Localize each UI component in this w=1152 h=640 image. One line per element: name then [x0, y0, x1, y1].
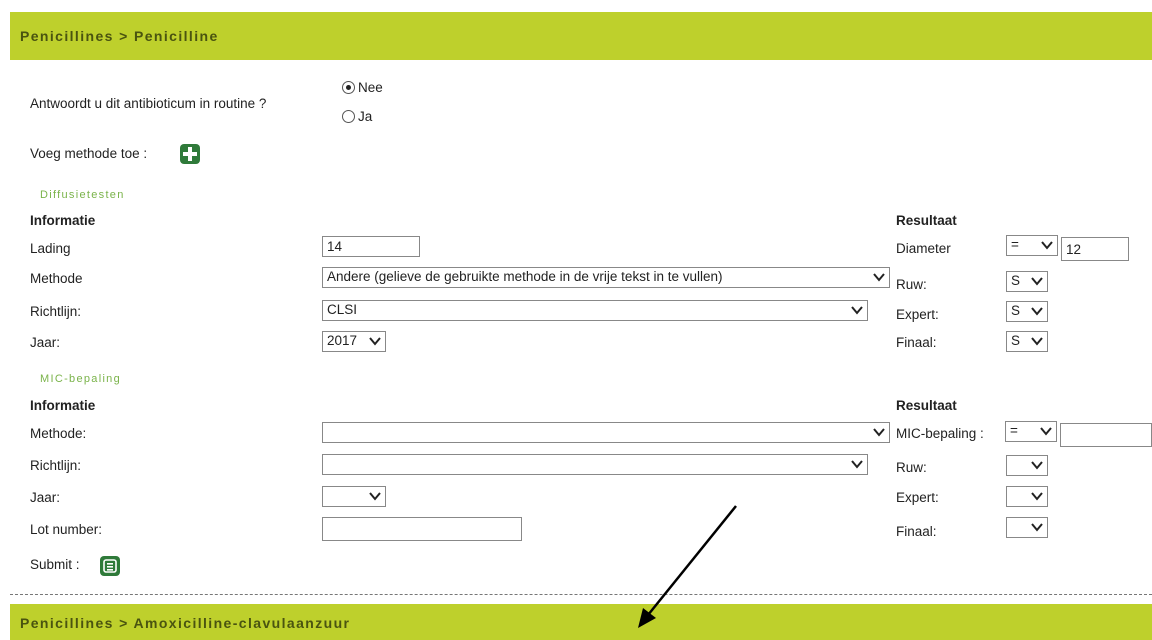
mic-finaal-select[interactable]	[1006, 517, 1048, 538]
mic-ruw-label: Ruw:	[896, 460, 927, 475]
chevron-down-icon	[1041, 241, 1053, 250]
chevron-down-icon	[1031, 337, 1043, 346]
diffusion-info-heading: Informatie	[30, 213, 96, 228]
plus-icon	[183, 147, 197, 161]
mic-finaal-label: Finaal:	[896, 524, 937, 539]
mic-operator-value: =	[1010, 423, 1018, 438]
methode-select[interactable]: Andere (gelieve de gebruikte methode in …	[322, 267, 890, 288]
ruw-select-value: S	[1011, 273, 1021, 288]
chevron-down-icon	[851, 306, 863, 315]
finaal-select[interactable]: S	[1006, 331, 1048, 352]
diameter-label: Diameter	[896, 241, 951, 256]
mic-jaar-label: Jaar:	[30, 490, 61, 505]
section-header: Penicillines > Penicilline	[10, 12, 1152, 60]
lading-input[interactable]: 14	[322, 236, 420, 257]
diffusion-result-heading: Resultaat	[896, 213, 957, 228]
richtlijn-select[interactable]: CLSI	[322, 300, 868, 321]
diameter-operator-value: =	[1011, 237, 1019, 252]
methode-label: Methode	[30, 271, 83, 286]
expert-select-value: S	[1011, 303, 1021, 318]
radio-ja-indicator[interactable]	[342, 110, 355, 123]
chevron-down-icon	[1031, 461, 1043, 470]
mic-jaar-select[interactable]	[322, 486, 386, 507]
chevron-down-icon	[851, 460, 863, 469]
chevron-down-icon	[1031, 277, 1043, 286]
radio-nee-label: Nee	[358, 80, 383, 95]
chevron-down-icon	[1040, 427, 1052, 436]
save-icon	[103, 559, 117, 573]
chevron-down-icon	[1031, 492, 1043, 501]
chevron-down-icon	[369, 492, 381, 501]
ruw-select[interactable]: S	[1006, 271, 1048, 292]
mic-richtlijn-select[interactable]	[322, 454, 868, 475]
richtlijn-label: Richtlijn:	[30, 304, 82, 319]
breadcrumb: Penicillines > Penicilline	[20, 28, 219, 44]
mic-expert-label: Expert:	[896, 490, 939, 505]
radio-nee[interactable]: Nee	[342, 80, 383, 95]
mic-expert-select[interactable]	[1006, 486, 1048, 507]
mic-section-title: MIC-bepaling	[40, 373, 122, 385]
methode-select-value: Andere (gelieve de gebruikte methode in …	[327, 269, 723, 284]
jaar-label: Jaar:	[30, 335, 61, 350]
add-method-label: Voeg methode toe :	[30, 146, 148, 161]
mic-richtlijn-label: Richtlijn:	[30, 458, 82, 473]
finaal-label: Finaal:	[896, 335, 937, 350]
section-divider	[10, 594, 1152, 595]
lot-number-label: Lot number:	[30, 522, 103, 537]
diameter-operator-select[interactable]: =	[1006, 235, 1058, 256]
chevron-down-icon	[873, 273, 885, 282]
next-section-breadcrumb: Penicillines > Amoxicilline-clavulaanzuu…	[20, 615, 351, 631]
chevron-down-icon	[1031, 307, 1043, 316]
richtlijn-select-value: CLSI	[327, 302, 358, 317]
submit-label: Submit :	[30, 557, 80, 572]
lading-label: Lading	[30, 241, 71, 256]
chevron-down-icon	[369, 337, 381, 346]
diffusion-section-title: Diffusietesten	[40, 189, 125, 201]
mic-result-heading: Resultaat	[896, 398, 957, 413]
lot-number-input[interactable]	[322, 517, 522, 541]
radio-ja-label: Ja	[358, 109, 373, 124]
mic-value-input[interactable]	[1060, 423, 1152, 447]
jaar-select[interactable]: 2017	[322, 331, 386, 352]
routine-question-label: Antwoordt u dit antibioticum in routine …	[30, 96, 267, 111]
mic-operator-select[interactable]: =	[1005, 421, 1057, 442]
jaar-select-value: 2017	[327, 333, 358, 348]
mic-ruw-select[interactable]	[1006, 455, 1048, 476]
submit-button[interactable]	[100, 556, 120, 576]
add-method-button[interactable]	[180, 144, 200, 164]
diameter-input[interactable]: 12	[1061, 237, 1129, 261]
mic-bepaling-label: MIC-bepaling :	[896, 426, 984, 441]
radio-ja[interactable]: Ja	[342, 109, 372, 124]
finaal-select-value: S	[1011, 333, 1021, 348]
chevron-down-icon	[1031, 523, 1043, 532]
expert-select[interactable]: S	[1006, 301, 1048, 322]
expert-label: Expert:	[896, 307, 939, 322]
mic-info-heading: Informatie	[30, 398, 96, 413]
mic-methode-select[interactable]	[322, 422, 890, 443]
ruw-label: Ruw:	[896, 277, 927, 292]
mic-methode-label: Methode:	[30, 426, 87, 441]
radio-nee-indicator[interactable]	[342, 81, 355, 94]
chevron-down-icon	[873, 428, 885, 437]
